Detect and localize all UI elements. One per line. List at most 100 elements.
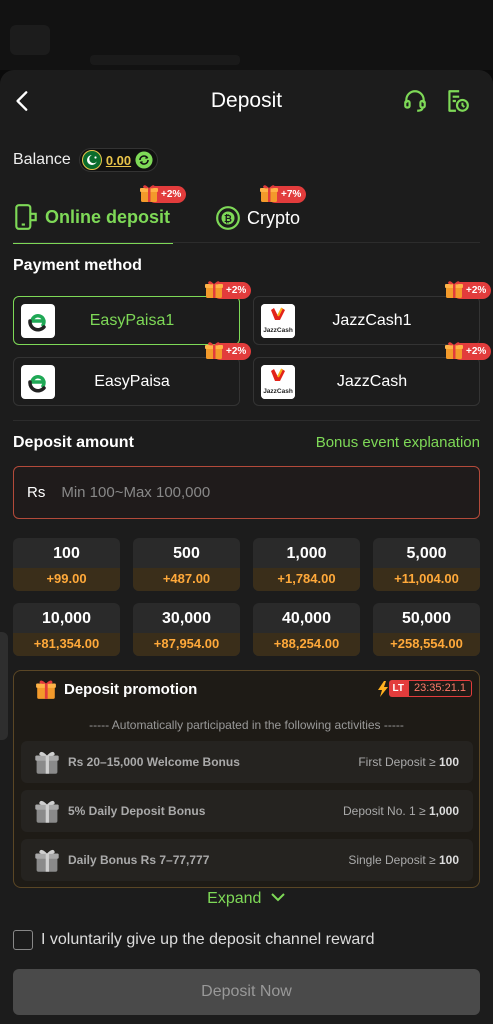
header: Deposit [0, 70, 493, 132]
bonus-badge: +7% [260, 185, 307, 203]
gift-icon [140, 185, 158, 202]
amount-chip-10000[interactable]: 10,000 +81,354.00 [13, 603, 120, 656]
amount-chip-1000[interactable]: 1,000 +1,784.00 [253, 538, 360, 591]
chip-amount: 30,000 [162, 610, 211, 627]
gift-icon [36, 680, 56, 699]
bonus-badge-text: +7% [281, 189, 302, 200]
background-page [0, 0, 493, 70]
bonus-badge: +2% [445, 281, 492, 299]
amount-input[interactable] [61, 484, 442, 501]
svg-text:JazzCash: JazzCash [263, 327, 293, 334]
chip-bonus: +258,554.00 [373, 633, 480, 656]
tab-online-deposit[interactable]: Online deposit +2% [13, 185, 187, 244]
activity-name: Daily Bonus Rs 7–77,777 [68, 853, 210, 867]
expand-button[interactable]: Expand [0, 890, 493, 908]
chip-bonus: +487.00 [133, 568, 240, 591]
bonus-badge-text: +2% [466, 346, 487, 357]
lightning-icon [377, 680, 388, 697]
side-drawer-handle[interactable] [0, 632, 8, 740]
pakistan-flag-icon [81, 150, 102, 170]
activity-condition: Deposit No. 1 ≥ 1,000 [343, 804, 459, 818]
gift-box-icon [35, 751, 59, 774]
phone-icon [15, 204, 37, 230]
tab-crypto-label: Crypto [247, 207, 301, 228]
currency-label: Rs [27, 484, 46, 501]
deposit-sheet: Deposit Balance 0.00 Online deposit +2% … [0, 70, 493, 1024]
chip-amount: 40,000 [282, 610, 331, 627]
payment-option-easypaisa[interactable]: EasyPaisa +2% [13, 342, 252, 406]
chip-bonus: +88,254.00 [253, 633, 360, 656]
bonus-badge-text: +2% [466, 285, 487, 296]
chip-bonus: +81,354.00 [13, 633, 120, 656]
amount-chip-30000[interactable]: 30,000 +87,954.00 [133, 603, 240, 656]
bonus-badge-text: +2% [161, 189, 182, 200]
gift-icon [205, 342, 223, 359]
customer-support-icon[interactable] [402, 88, 428, 114]
payment-option-name: JazzCash [336, 372, 408, 390]
svg-text:₿: ₿ [224, 214, 232, 225]
bonus-badge: +2% [445, 342, 492, 360]
gift-icon [445, 281, 463, 298]
payment-option-easypaisa1[interactable]: EasyPaisa1 +2% [13, 281, 252, 345]
jazzcash-logo-icon: JazzCash [261, 364, 295, 399]
activity-name: Rs 20–15,000 Welcome Bonus [68, 755, 240, 769]
amount-chip-40000[interactable]: 40,000 +88,254.00 [253, 603, 360, 656]
bonus-badge: +2% [205, 342, 252, 360]
promotion-note: ----- Automatically participated in the … [89, 718, 404, 732]
gift-icon [445, 342, 463, 359]
chip-amount: 5,000 [406, 545, 447, 562]
amount-chip-500[interactable]: 500 +487.00 [133, 538, 240, 591]
crypto-coin-icon: ₿ [216, 206, 240, 230]
deposit-tabs: Online deposit +2% ₿ Crypto +7% [13, 185, 480, 244]
timer-value: 23:35:21.1 [408, 680, 472, 697]
amount-chip-5000[interactable]: 5,000 +11,004.00 [373, 538, 480, 591]
chip-amount: 1,000 [286, 545, 327, 562]
waive-reward-row: I voluntarily give up the deposit channe… [13, 930, 375, 950]
promotion-title: Deposit promotion [64, 681, 198, 698]
chip-bonus: +1,784.00 [253, 568, 360, 591]
svg-text:JazzCash: JazzCash [263, 388, 293, 395]
gift-icon [205, 281, 223, 298]
balance-row: Balance 0.00 [13, 148, 159, 172]
chip-amount: 50,000 [402, 610, 451, 627]
amount-input-container: Rs [13, 466, 480, 519]
bonus-badge-text: +2% [226, 346, 247, 357]
tab-online-deposit-label: Online deposit [45, 206, 171, 227]
waive-reward-label: I voluntarily give up the deposit channe… [41, 931, 375, 948]
payment-option-name: EasyPaisa1 [89, 311, 175, 329]
promotion-timer: LT 23:35:21.1 [377, 680, 472, 697]
bonus-event-explanation-link[interactable]: Bonus event explanation [316, 434, 480, 451]
amount-chip-100[interactable]: 100 +99.00 [13, 538, 120, 591]
deposit-amount-title: Deposit amount [13, 434, 134, 451]
deposit-history-icon[interactable] [444, 88, 470, 114]
balance-value: 0.00 [105, 152, 132, 168]
easypaisa-logo-icon [21, 303, 55, 338]
chip-amount: 10,000 [42, 610, 91, 627]
payment-option-name: EasyPaisa [94, 372, 170, 390]
payment-option-jazzcash1[interactable]: JazzCash JazzCash1 +2% [253, 281, 492, 345]
chip-amount: 500 [173, 545, 200, 562]
chip-bonus: +99.00 [13, 568, 120, 591]
gift-icon [260, 185, 278, 202]
background-element [10, 25, 50, 55]
background-element [90, 55, 240, 65]
tab-crypto[interactable]: ₿ Crypto +7% [215, 185, 307, 244]
timer-tag: LT [388, 680, 408, 697]
activity-condition: First Deposit ≥ 100 [358, 755, 459, 769]
payment-method-title: Payment method [13, 257, 142, 274]
bonus-badge: +2% [205, 281, 252, 299]
bonus-badge: +2% [140, 185, 187, 203]
tab-divider [13, 242, 480, 243]
balance-label: Balance [13, 151, 71, 168]
activity-item: 5% Daily Deposit Bonus Deposit No. 1 ≥ 1… [21, 790, 473, 832]
waive-reward-checkbox[interactable] [13, 930, 33, 950]
bonus-badge-text: +2% [226, 285, 247, 296]
chevron-down-icon [271, 893, 285, 902]
amount-chip-50000[interactable]: 50,000 +258,554.00 [373, 603, 480, 656]
gift-box-icon [35, 800, 59, 823]
payment-option-jazzcash[interactable]: JazzCash JazzCash +2% [253, 342, 492, 406]
deposit-now-button[interactable]: Deposit Now [13, 969, 480, 1015]
easypaisa-logo-icon [21, 364, 55, 399]
section-divider [13, 420, 480, 421]
refresh-icon[interactable] [135, 151, 153, 169]
